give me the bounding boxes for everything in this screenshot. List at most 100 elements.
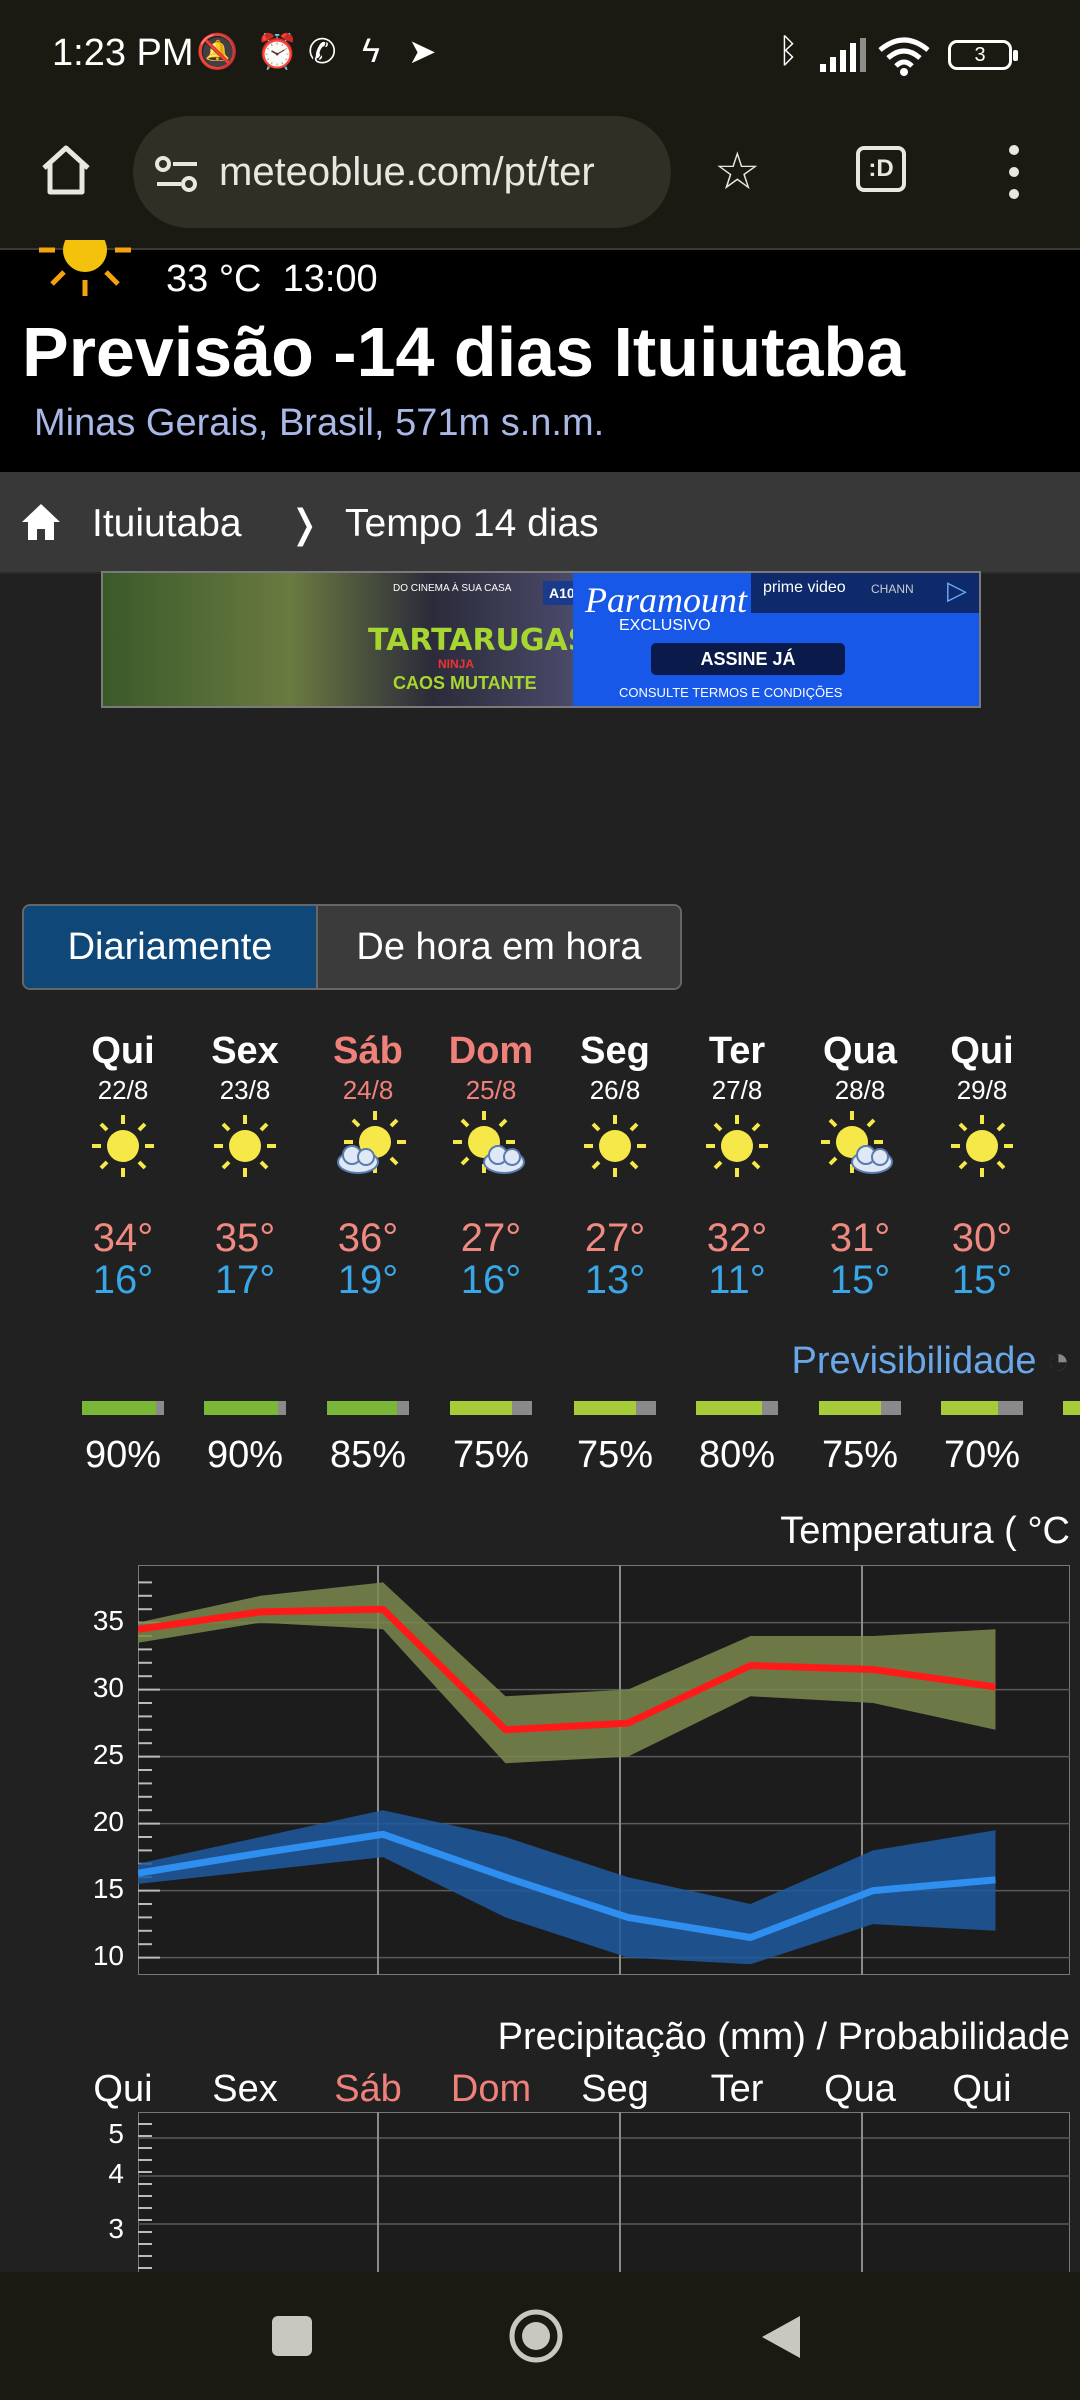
- day-date: 23/8: [219, 1075, 271, 1105]
- location-subtitle: Minas Gerais, Brasil, 571m s.n.m.: [34, 402, 605, 444]
- sun-icon: [212, 1113, 278, 1179]
- ad-movie-sub: NINJA: [438, 657, 475, 671]
- precipitation-chart-title: Precipitação (mm) / Probabilidade: [497, 2016, 1070, 2058]
- bookmark-star-icon[interactable]: ☆: [714, 142, 761, 202]
- day-date: 25/8: [465, 1075, 517, 1105]
- min-temperature: 15°: [951, 1258, 1013, 1302]
- day-date: 26/8: [589, 1075, 641, 1105]
- day-date: 29/8: [956, 1075, 1008, 1105]
- day-column[interactable]: Qui 29/8: [922, 1030, 1042, 1106]
- predictability-bar: [327, 1401, 409, 1415]
- day-name: Sex: [211, 1030, 279, 1072]
- ad-prime-label: prime video: [763, 579, 846, 596]
- tab-hourly[interactable]: De hora em hora: [316, 906, 680, 988]
- day-name: Qua: [823, 1030, 897, 1072]
- breadcrumb-item-city[interactable]: Ituiutaba: [92, 502, 242, 546]
- predictability-fill: [204, 1401, 278, 1415]
- site-settings-icon[interactable]: [153, 154, 201, 194]
- battery-icon: 3: [948, 40, 1018, 70]
- recents-button[interactable]: [272, 2316, 312, 2356]
- info-icon[interactable]: ◔: [1047, 1340, 1070, 1382]
- day-column[interactable]: Qua 28/8: [800, 1030, 920, 1106]
- day-name: Ter: [708, 1030, 766, 1072]
- precip-y-tick-label: 3: [108, 2213, 124, 2244]
- status-time: 1:23 PM: [52, 32, 194, 74]
- day-column[interactable]: Seg 26/8: [555, 1030, 675, 1106]
- whatsapp-icon: ✆: [308, 33, 337, 71]
- max-temperature: 27°: [584, 1216, 646, 1260]
- ad-cta-button[interactable]: ASSINE JÁ: [651, 643, 845, 675]
- predictability-value: 85%: [329, 1434, 407, 1476]
- predictability-fill: [819, 1401, 881, 1415]
- sun-icon: [582, 1113, 648, 1179]
- max-temperature: 35°: [214, 1216, 276, 1260]
- predictability-bar: [82, 1401, 164, 1415]
- precip-day-label: Qua: [824, 2068, 896, 2110]
- predictability-label[interactable]: Previsibilidade ◔: [791, 1340, 1070, 1383]
- day-column[interactable]: Sex 23/8: [185, 1030, 305, 1106]
- more-menu-icon[interactable]: [1000, 142, 1028, 202]
- y-tick-label: 15: [92, 1873, 124, 1904]
- predictability-fill: [82, 1401, 156, 1415]
- ad-choices-icon[interactable]: ▷: [947, 575, 967, 606]
- ad-cinema-label: DO CINEMA À SUA CASA: [393, 583, 512, 594]
- home-icon[interactable]: [36, 140, 96, 200]
- precip-day-label: Qui: [952, 2068, 1012, 2110]
- predictability-fill: [450, 1401, 512, 1415]
- predictability-fill: [327, 1401, 397, 1415]
- system-nav-bar: [0, 2272, 1080, 2400]
- breadcrumb-item-current[interactable]: Tempo 14 dias: [345, 502, 599, 546]
- sun-icon: [90, 1113, 156, 1179]
- ad-banner[interactable]: DO CINEMA À SUA CASA TARTARUGAS NINJA CA…: [101, 571, 981, 708]
- day-column[interactable]: Dom 25/8: [431, 1030, 551, 1106]
- precip-day-label: Dom: [450, 2068, 532, 2110]
- temperature-chart: [138, 1565, 1070, 1975]
- precip-day-label: Ter: [710, 2068, 764, 2110]
- home-nav-button[interactable]: [506, 2306, 566, 2366]
- ad-streaming-panel: Paramount+ EXCLUSIVO prime video CHANN ▷…: [573, 573, 979, 706]
- breadcrumb-home-icon[interactable]: [20, 502, 62, 542]
- tab-daily[interactable]: Diariamente: [24, 906, 316, 988]
- day-name: Qui: [950, 1030, 1014, 1072]
- breadcrumb: Ituiutaba ❭ Tempo 14 dias: [0, 472, 1080, 574]
- sun-icon: [949, 1113, 1015, 1179]
- day-column[interactable]: Qui 22/8: [63, 1030, 183, 1106]
- predictability-bar: [450, 1401, 532, 1415]
- predictability-bar: [696, 1401, 778, 1415]
- max-temperature: 27°: [460, 1216, 522, 1260]
- predictability-fill: [696, 1401, 762, 1415]
- predictability-bar: [574, 1401, 656, 1415]
- min-temperature: 16°: [92, 1258, 154, 1302]
- current-temperature: 33 °C: [166, 258, 262, 300]
- min-temperature: 11°: [708, 1258, 766, 1302]
- min-temperature: 16°: [460, 1258, 522, 1302]
- address-bar[interactable]: meteoblue.com/pt/ter: [133, 116, 671, 228]
- ad-movie-title: TARTARUGAS: [368, 623, 590, 658]
- max-temperature: 30°: [951, 1216, 1013, 1260]
- predictability-bar-partial: [1063, 1401, 1080, 1415]
- y-tick-label: 10: [92, 1940, 124, 1971]
- predictability-fill: [941, 1401, 999, 1415]
- browser-toolbar: meteoblue.com/pt/ter ☆ :D: [0, 112, 1080, 250]
- day-column[interactable]: Sáb 24/8: [308, 1030, 428, 1106]
- ad-prime-strip: prime video CHANN ▷: [751, 573, 979, 613]
- telegram-icon: ➤: [408, 33, 437, 71]
- precip-day-label: Qui: [93, 2068, 153, 2110]
- predictability-value: 70%: [943, 1434, 1021, 1476]
- current-weather: 33 °C 13:00: [166, 258, 378, 301]
- tab-switcher-button[interactable]: :D: [856, 146, 906, 192]
- precip-y-tick-label: 5: [108, 2118, 124, 2149]
- precipitation-chart: [138, 2112, 1070, 2272]
- day-column[interactable]: Ter 27/8: [677, 1030, 797, 1106]
- page-title: Previsão -14 dias Ituiutaba: [22, 313, 906, 391]
- ad-movie-tagline: CAOS MUTANTE: [393, 673, 537, 693]
- back-nav-button[interactable]: [758, 2312, 804, 2362]
- min-temperature: 17°: [214, 1258, 276, 1302]
- current-time: 13:00: [282, 258, 378, 300]
- predictability-fill: [574, 1401, 636, 1415]
- precip-day-label: Sex: [212, 2068, 278, 2110]
- ad-movie-art: DO CINEMA À SUA CASA TARTARUGAS NINJA CA…: [103, 573, 589, 706]
- y-tick-label: 35: [92, 1605, 124, 1636]
- url-text: meteoblue.com/pt/ter: [219, 150, 595, 194]
- ad-channels-label: CHANN: [871, 582, 914, 596]
